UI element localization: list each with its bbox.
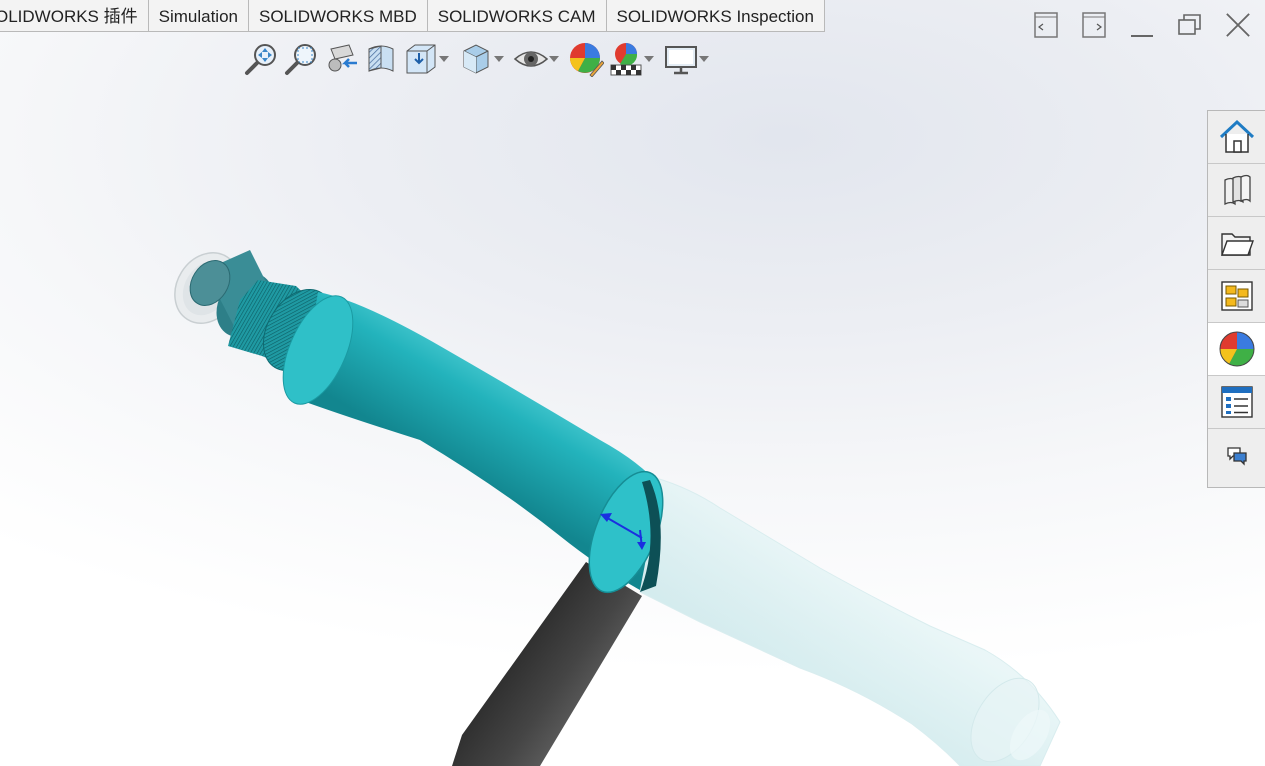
display-style-dropdown-icon[interactable] <box>491 39 507 79</box>
hide-show-dropdown-icon[interactable] <box>546 39 562 79</box>
section-view-icon[interactable] <box>361 39 401 79</box>
display-style-icon[interactable] <box>456 39 496 79</box>
appearances-scenes-icon[interactable] <box>1208 323 1265 376</box>
hide-show-items-icon[interactable] <box>511 39 551 79</box>
forum-icon[interactable] <box>1208 429 1265 482</box>
graphics-area[interactable] <box>0 80 1200 766</box>
close-icon[interactable] <box>1225 10 1251 40</box>
tab-simulation[interactable]: Simulation <box>148 0 249 32</box>
view-orientation-dropdown-icon[interactable] <box>436 39 452 79</box>
zoom-to-fit-icon[interactable] <box>241 39 281 79</box>
window-controls <box>1033 10 1251 40</box>
home-icon[interactable] <box>1208 111 1265 164</box>
previous-view-icon[interactable] <box>321 39 361 79</box>
file-explorer-icon[interactable] <box>1208 217 1265 270</box>
edit-appearance-icon[interactable] <box>566 39 606 79</box>
task-pane <box>1207 110 1265 488</box>
view-settings-icon[interactable] <box>661 39 701 79</box>
minimize-icon[interactable] <box>1129 10 1155 40</box>
tab-solidworks-inspection[interactable]: SOLIDWORKS Inspection <box>606 0 825 32</box>
tile-left-icon[interactable] <box>1033 10 1059 40</box>
zoom-to-area-icon[interactable] <box>281 39 321 79</box>
apply-scene-icon[interactable] <box>606 39 646 79</box>
command-manager-tabs: OLIDWORKS 插件 Simulation SOLIDWORKS MBD S… <box>0 0 825 33</box>
tab-solidworks-cam[interactable]: SOLIDWORKS CAM <box>427 0 607 32</box>
handle-body[interactable] <box>452 562 642 766</box>
tab-solidworks-addins[interactable]: OLIDWORKS 插件 <box>0 0 149 32</box>
heads-up-view-toolbar <box>241 39 716 79</box>
apply-scene-dropdown-icon[interactable] <box>641 39 657 79</box>
design-library-icon[interactable] <box>1208 164 1265 217</box>
tab-solidworks-mbd[interactable]: SOLIDWORKS MBD <box>249 0 428 32</box>
view-settings-dropdown-icon[interactable] <box>696 39 712 79</box>
tile-right-icon[interactable] <box>1081 10 1107 40</box>
custom-properties-icon[interactable] <box>1208 376 1265 429</box>
restore-icon[interactable] <box>1177 10 1203 40</box>
view-palette-icon[interactable] <box>1208 270 1265 323</box>
view-orientation-icon[interactable] <box>401 39 441 79</box>
